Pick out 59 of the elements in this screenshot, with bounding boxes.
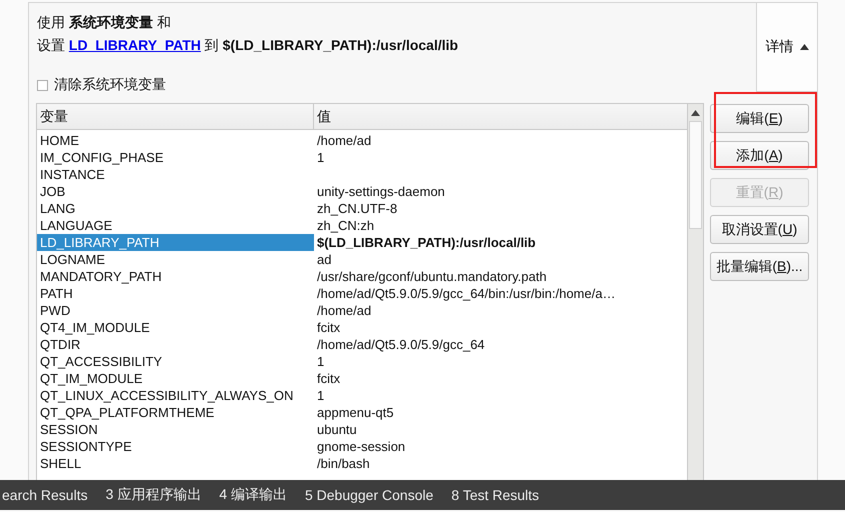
table-cell[interactable]: 1 xyxy=(314,387,689,404)
output-tab[interactable]: 5 Debugger Console xyxy=(304,487,434,503)
table-cell[interactable]: SESSIONTYPE xyxy=(37,438,314,455)
table-cell[interactable]: zh_CN.UTF-8 xyxy=(314,200,689,217)
table-cell[interactable]: QT_QPA_PLATFORMTHEME xyxy=(37,404,314,421)
table-cell[interactable]: PATH xyxy=(37,285,314,302)
table-cell[interactable]: /home/ad xyxy=(314,302,689,319)
table-cell[interactable]: appmenu-qt5 xyxy=(314,404,689,421)
column-header[interactable]: 变量 xyxy=(37,104,314,129)
summary-text: 使用 系统环境变量 和 xyxy=(37,13,172,31)
table-cell[interactable]: /usr/share/gconf/ubuntu.mandatory.path xyxy=(314,268,689,285)
table-cell[interactable]: INSTANCE xyxy=(37,166,314,183)
output-tab[interactable]: earch Results xyxy=(2,487,88,503)
output-tab[interactable]: 3 应用程序输出 xyxy=(106,486,202,504)
output-tab[interactable]: 8 Test Results xyxy=(451,487,540,503)
table-cell[interactable]: fcitx xyxy=(314,370,689,387)
table-cell[interactable]: ubuntu xyxy=(314,421,689,438)
table-cell[interactable]: SESSION xyxy=(37,421,314,438)
variable-link[interactable]: LD_LIBRARY_PATH xyxy=(68,37,201,53)
table-cell[interactable]: gnome-session xyxy=(314,438,689,455)
column-header[interactable]: 值 xyxy=(314,104,689,129)
table-cell[interactable]: PWD xyxy=(37,302,314,319)
table-cell[interactable]: /home/ad xyxy=(314,132,689,149)
table-cell[interactable]: IM_CONFIG_PHASE xyxy=(37,149,314,166)
table-cell[interactable]: $(LD_LIBRARY_PATH):/usr/local/lib xyxy=(314,234,689,251)
table-cell[interactable]: /home/ad/Qt5.9.0/5.9/gcc_64/bin:/usr/bin:/home/a… xyxy=(314,285,689,302)
output-tab[interactable]: 4 编译输出 xyxy=(219,486,287,504)
table-cell[interactable]: 1 xyxy=(314,353,689,370)
table-cell[interactable]: HOME xyxy=(37,132,314,149)
action-button[interactable]: 添加(A) xyxy=(710,141,809,170)
table-cell[interactable]: /bin/bash xyxy=(314,455,689,472)
action-button[interactable]: 编辑(E) xyxy=(710,104,809,133)
scroll-up-icon[interactable] xyxy=(691,110,700,116)
table-cell[interactable]: 1 xyxy=(314,149,689,166)
scrollbar[interactable] xyxy=(687,104,703,480)
table-cell[interactable]: QT_LINUX_ACCESSIBILITY_ALWAYS_ON xyxy=(37,387,314,404)
scrollbar-thumb[interactable] xyxy=(689,121,702,229)
table-cell[interactable]: QT_IM_MODULE xyxy=(37,370,314,387)
table-cell[interactable]: LD_LIBRARY_PATH xyxy=(37,234,314,251)
action-button[interactable]: 批量编辑(B)... xyxy=(710,252,809,281)
table-cell[interactable]: unity-settings-daemon xyxy=(314,183,689,200)
table-cell[interactable]: LANGUAGE xyxy=(37,217,314,234)
table-cell[interactable]: fcitx xyxy=(314,319,689,336)
table-cell[interactable]: SHELL xyxy=(37,455,314,472)
table-cell[interactable]: LOGNAME xyxy=(37,251,314,268)
table-cell[interactable]: QT4_IM_MODULE xyxy=(37,319,314,336)
details-button[interactable]: 详情 xyxy=(756,3,817,92)
table-cell[interactable]: MANDATORY_PATH xyxy=(37,268,314,285)
table-cell[interactable]: /home/ad/Qt5.9.0/5.9/gcc_64 xyxy=(314,336,689,353)
action-button[interactable]: 取消设置(U) xyxy=(710,215,809,244)
summary-text: 设置 LD_LIBRARY_PATH 到 $(LD_LIBRARY_PATH):/usr/local/lib xyxy=(37,36,458,54)
checkbox-label[interactable]: 清除系统环境变量 xyxy=(54,76,166,94)
table-cell[interactable]: JOB xyxy=(37,183,314,200)
table-cell[interactable]: zh_CN:zh xyxy=(314,217,689,234)
table-cell[interactable]: LANG xyxy=(37,200,314,217)
table-cell[interactable]: QTDIR xyxy=(37,336,314,353)
table-cell[interactable]: ad xyxy=(314,251,689,268)
table-cell[interactable]: QT_ACCESSIBILITY xyxy=(37,353,314,370)
checkbox[interactable] xyxy=(37,80,48,90)
